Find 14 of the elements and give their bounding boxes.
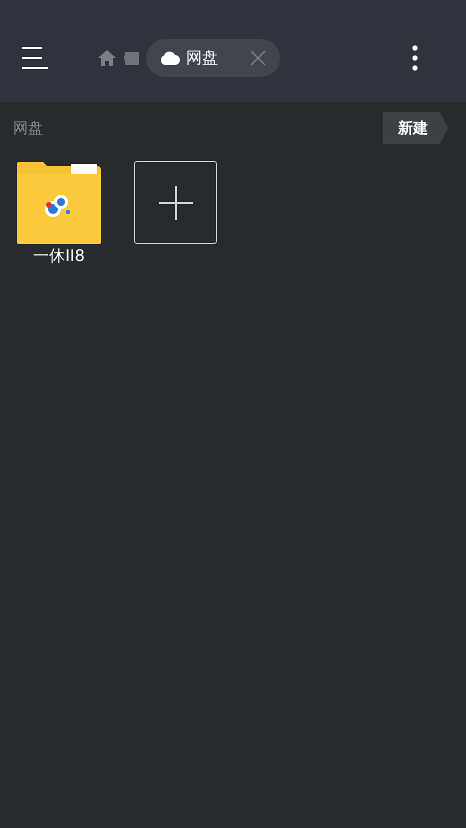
path-label: 网盘 — [13, 118, 43, 138]
new-button[interactable]: 新建 — [383, 112, 448, 144]
breadcrumb-tab[interactable]: 网盘 — [146, 39, 280, 77]
folder-icon[interactable] — [17, 162, 101, 244]
home-icon[interactable] — [98, 50, 116, 66]
tab-label: 网盘 — [186, 48, 218, 68]
add-button[interactable] — [134, 161, 217, 244]
menu-icon[interactable] — [22, 47, 48, 69]
plus-icon — [158, 186, 192, 220]
folder-name: 一休II8 — [33, 246, 85, 267]
cloud-icon — [160, 51, 180, 65]
close-icon[interactable] — [250, 50, 266, 66]
sd-card-icon[interactable] — [124, 52, 140, 64]
more-icon[interactable] — [412, 45, 418, 71]
